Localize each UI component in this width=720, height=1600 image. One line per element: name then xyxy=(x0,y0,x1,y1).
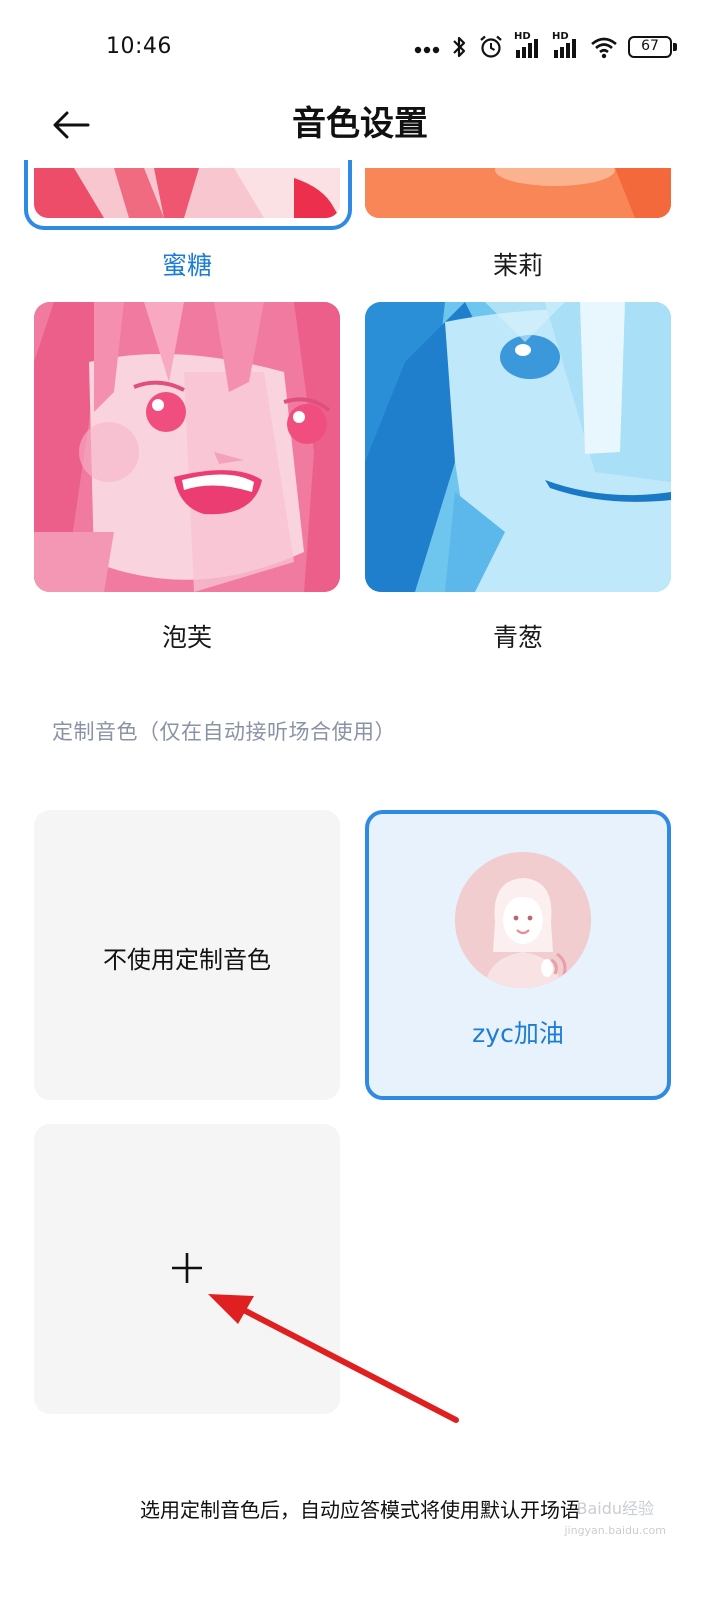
no-custom-voice-label: 不使用定制音色 xyxy=(103,946,271,974)
custom-section-title: 定制音色（仅在自动接听场合使用） xyxy=(52,720,396,744)
voice-illustration-paofu xyxy=(34,302,340,592)
selected-frame xyxy=(24,160,352,230)
status-bar: 10:46 HD HD 67 xyxy=(0,0,720,92)
voice-label-qingcong: 青葱 xyxy=(492,623,543,652)
signal-icon xyxy=(516,39,538,58)
watermark: Baidu经验 jingyan.baidu.com xyxy=(564,1498,666,1542)
watermark-sub: jingyan.baidu.com xyxy=(564,1524,666,1537)
wifi-icon xyxy=(591,37,617,59)
voice-label-moli: 茉莉 xyxy=(492,251,543,280)
custom-voice-name: zyc加油 xyxy=(472,1019,564,1048)
voice-illustration-moli xyxy=(365,168,671,218)
signal-icon xyxy=(554,39,576,58)
add-custom-voice-tile[interactable] xyxy=(34,1124,340,1414)
hd-signal-2: HD xyxy=(552,31,580,61)
alarm-icon xyxy=(480,35,502,58)
voice-illustration-qingcong xyxy=(365,302,671,592)
voice-label-mitang: 蜜糖 xyxy=(161,251,212,280)
plus-icon xyxy=(172,1253,202,1283)
girl-avatar-icon xyxy=(455,852,591,988)
watermark-text: Baidu经验 xyxy=(576,1499,654,1518)
status-icons: HD HD 67 xyxy=(414,30,677,64)
voice-card-qingcong[interactable] xyxy=(365,302,671,592)
battery-icon: 67 xyxy=(628,36,677,58)
avatar xyxy=(455,852,591,988)
voice-card-moli[interactable] xyxy=(365,168,671,218)
voice-card-paofu[interactable] xyxy=(34,302,340,592)
page-title: 音色设置 xyxy=(292,104,428,144)
voice-label-paofu: 泡芙 xyxy=(161,623,212,652)
battery-level: 67 xyxy=(641,38,659,54)
no-custom-voice-tile[interactable]: 不使用定制音色 xyxy=(34,810,340,1100)
more-dots-icon xyxy=(414,46,440,54)
status-time: 10:46 xyxy=(106,34,172,59)
hd-signal-1: HD xyxy=(514,31,542,61)
header: 音色设置 xyxy=(0,92,720,168)
custom-voice-tile-zyc[interactable]: zyc加油 xyxy=(365,810,671,1100)
bluetooth-icon xyxy=(453,36,466,58)
